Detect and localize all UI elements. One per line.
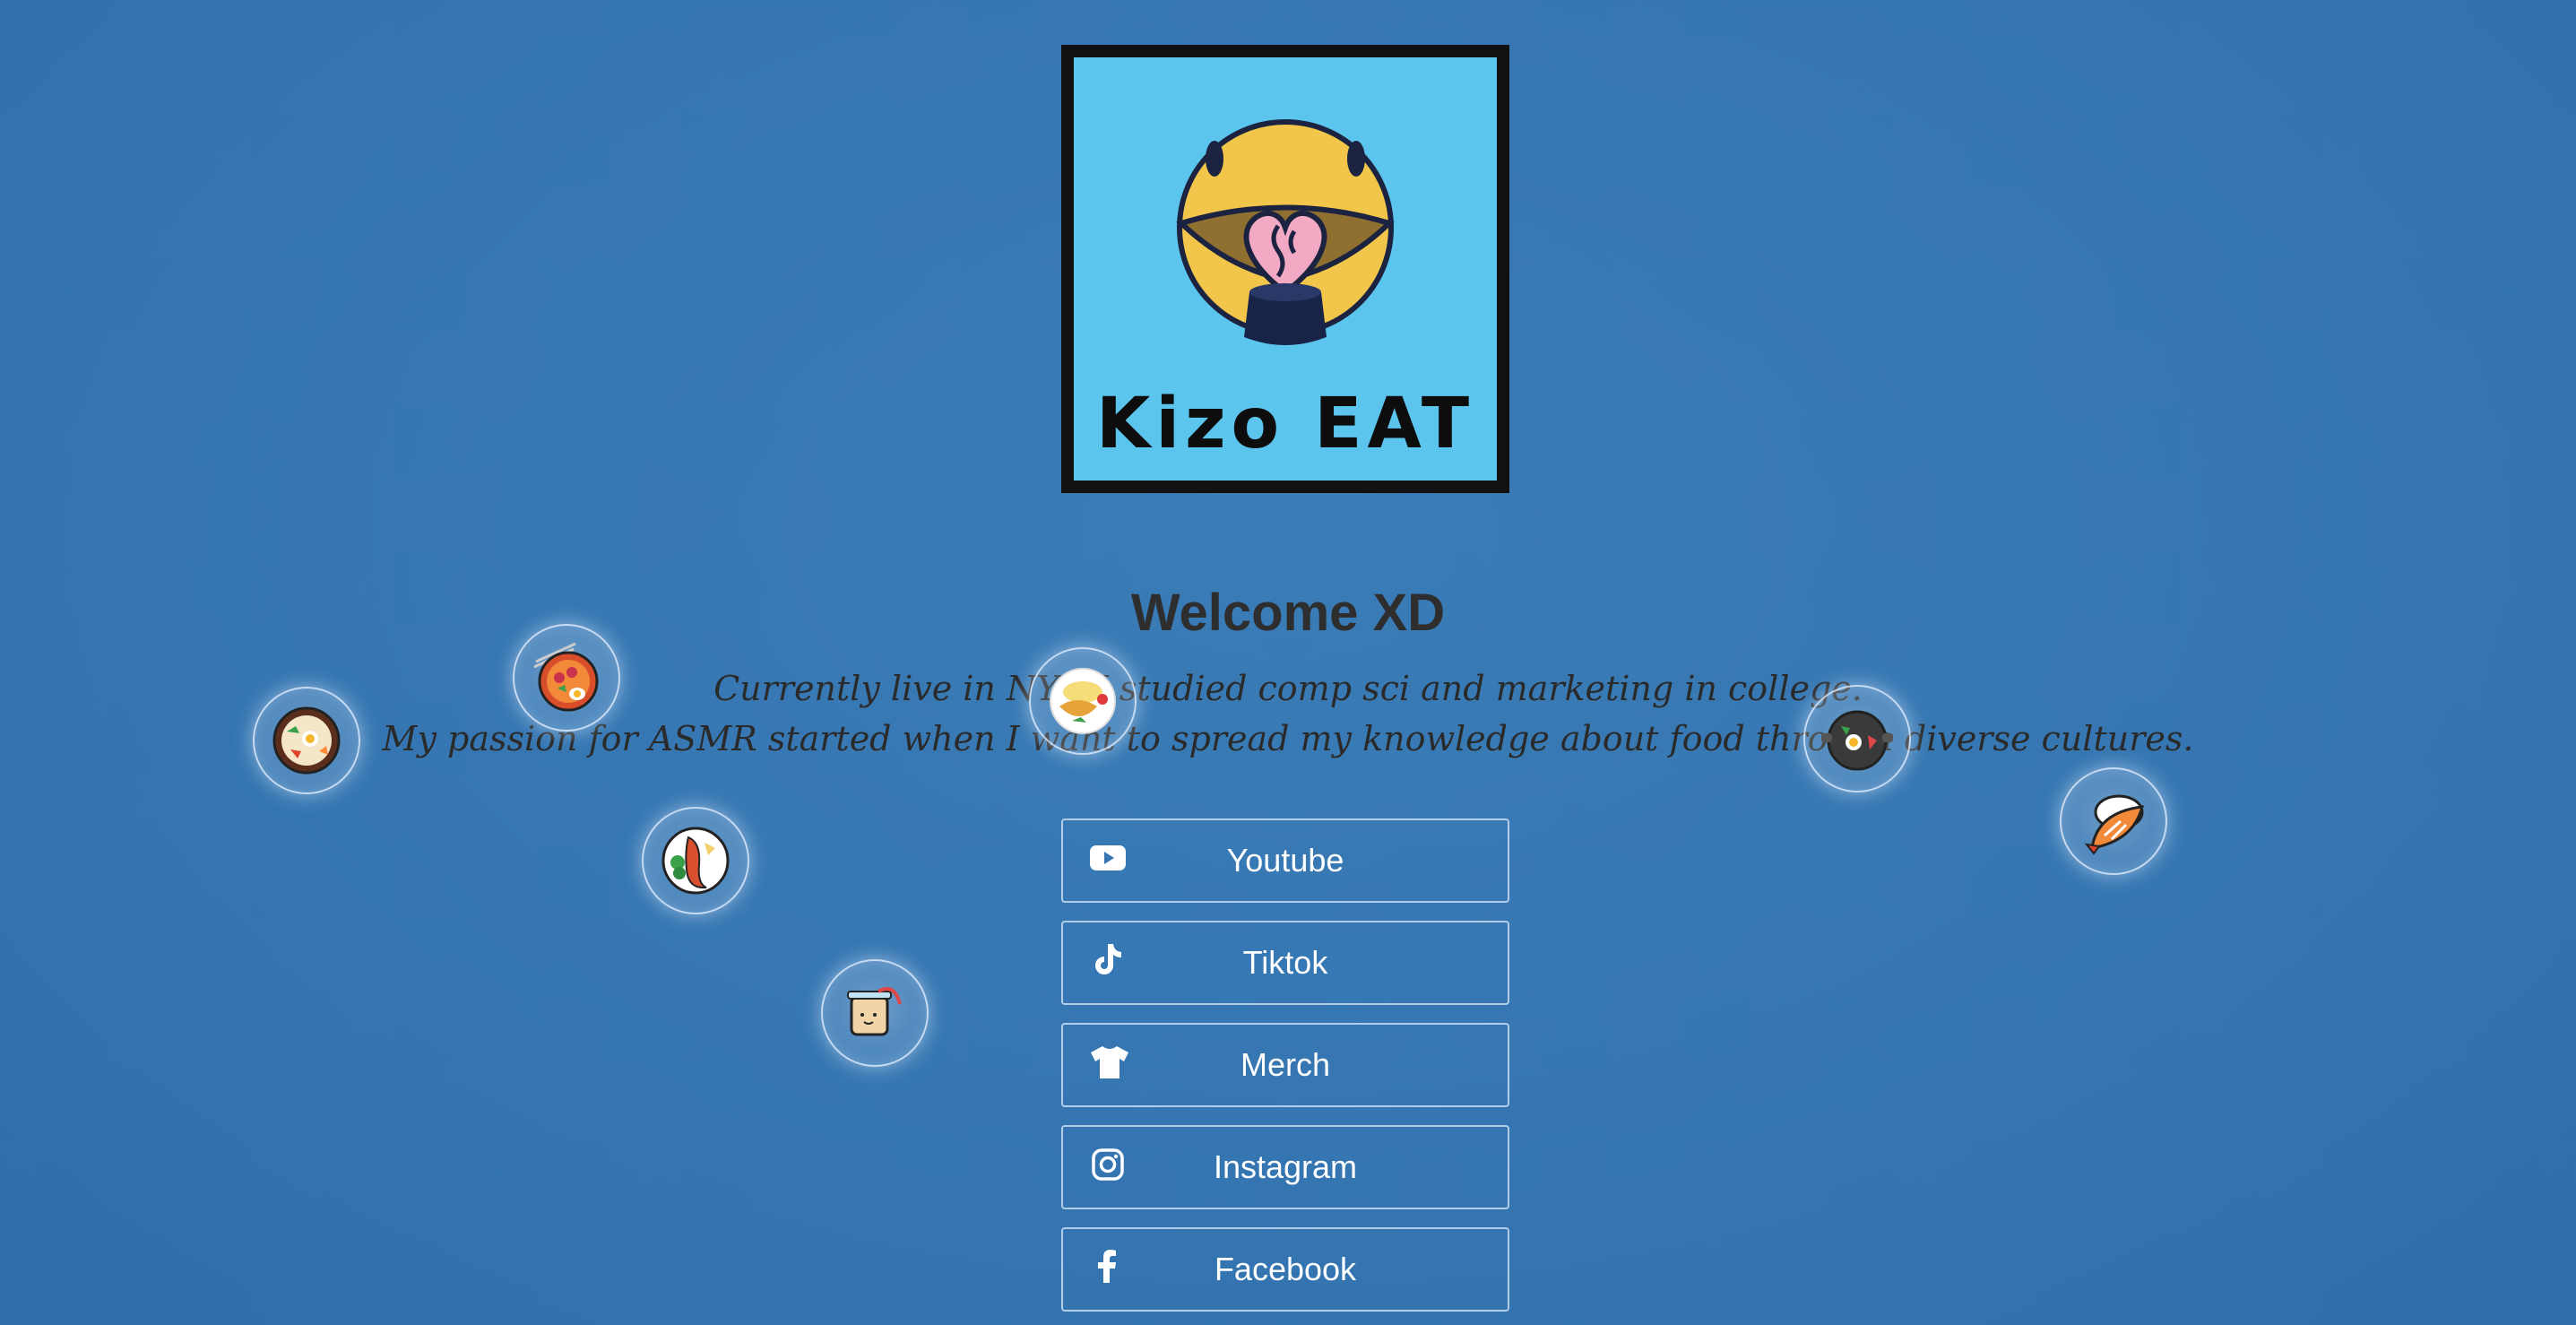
merch-label: Merch <box>1240 1046 1331 1083</box>
bio: Currently live in NYC I studied comp sci… <box>0 663 2576 764</box>
food-bubble[interactable] <box>2060 767 2167 875</box>
bibimbap-icon <box>272 706 341 775</box>
tshirt-icon <box>1090 1044 1128 1080</box>
facebook-label: Facebook <box>1214 1251 1357 1287</box>
merch-button[interactable]: Merch <box>1061 1023 1509 1107</box>
shrimp-sushi-icon <box>2084 794 2145 855</box>
ramen-icon <box>533 642 599 712</box>
lobster-plate-icon <box>661 827 730 895</box>
bubble-tea-icon <box>847 987 902 1036</box>
tiktok-label: Tiktok <box>1242 944 1328 981</box>
tiktok-icon <box>1090 942 1126 978</box>
instagram-icon <box>1090 1147 1126 1182</box>
link-list: Youtube Tiktok Merch Instagram Facebook <box>1061 818 1509 1325</box>
food-bubble[interactable] <box>253 687 360 794</box>
facebook-button[interactable]: Facebook <box>1061 1227 1509 1312</box>
page-title: Welcome XD <box>1130 584 1446 642</box>
food-bubble[interactable] <box>1803 685 1911 792</box>
youtube-button[interactable]: Youtube <box>1061 818 1509 903</box>
food-bubble[interactable] <box>513 624 620 732</box>
tiktok-button[interactable]: Tiktok <box>1061 921 1509 1005</box>
fried-fish-plate-icon <box>1050 668 1116 734</box>
instagram-button[interactable]: Instagram <box>1061 1125 1509 1209</box>
logo-text: Kizo EAT <box>1095 384 1475 464</box>
hot-pot-icon <box>1821 710 1893 771</box>
youtube-label: Youtube <box>1226 842 1344 879</box>
bio-line-2: My passion for ASMR started when I want … <box>382 719 2194 758</box>
logo-artwork: Kizo EAT <box>1074 57 1497 481</box>
facebook-icon <box>1090 1249 1126 1285</box>
instagram-label: Instagram <box>1213 1148 1358 1185</box>
food-bubble[interactable] <box>1029 647 1137 755</box>
bio-line-1: Currently live in NYC I studied comp sci… <box>713 669 1863 708</box>
youtube-icon <box>1090 840 1126 876</box>
food-bubble[interactable] <box>821 959 929 1067</box>
logo: Kizo EAT <box>1061 45 1509 493</box>
food-bubble[interactable] <box>642 807 749 914</box>
